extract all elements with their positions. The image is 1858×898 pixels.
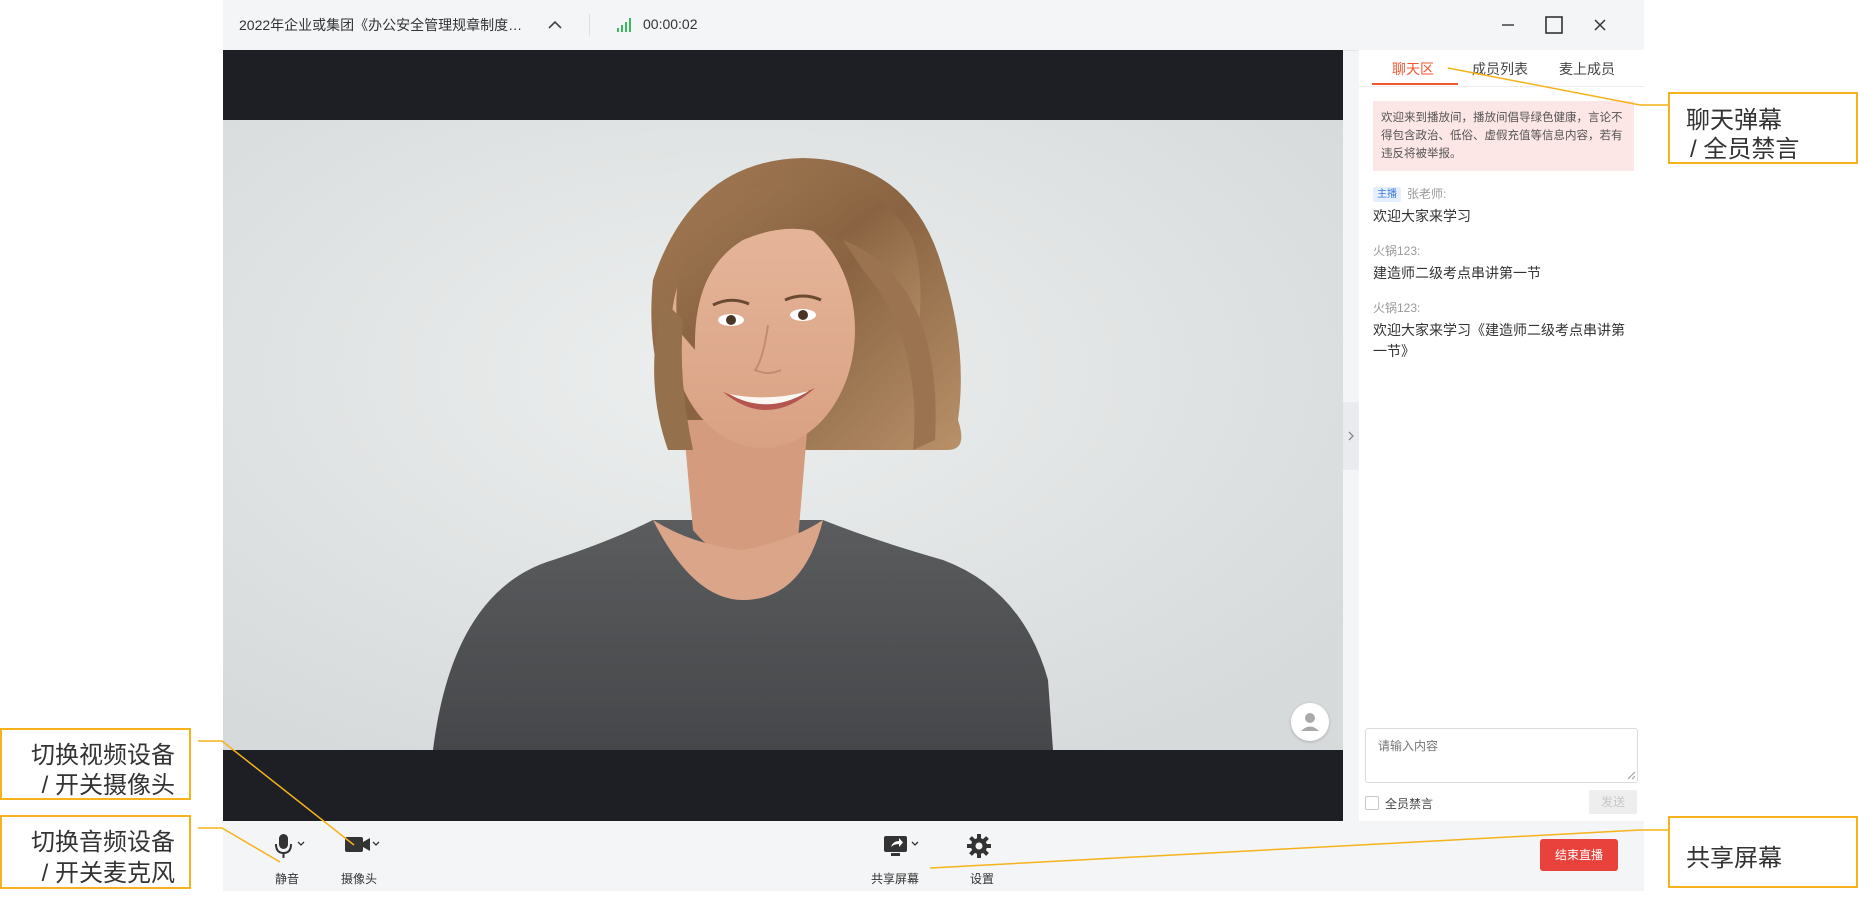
mute-all-label: 全员禁言 (1385, 797, 1434, 811)
camera-feed (223, 120, 1343, 750)
tab-member-list[interactable]: 成员列表 (1472, 59, 1528, 79)
title-divider (589, 14, 590, 36)
chat-message: 火锅123: 建造师二级考点串讲第一节 (1373, 241, 1633, 284)
app-window: 2022年企业或集团《办公安全管理规章制度… 00:00:02 聊天区 成员列表… (223, 0, 1644, 891)
chevron-up-icon[interactable] (545, 15, 565, 35)
tab-chat[interactable]: 聊天区 (1392, 59, 1434, 79)
message-sender: 火锅123: (1373, 301, 1421, 315)
close-icon[interactable] (1587, 12, 1613, 38)
send-button[interactable]: 发送 (1589, 790, 1637, 814)
sidebar-collapse-handle[interactable] (1343, 402, 1359, 470)
video-area[interactable] (223, 50, 1343, 821)
maximize-icon[interactable] (1541, 12, 1567, 38)
video-camera-icon (345, 837, 380, 852)
live-timer: 00:00:02 (643, 16, 698, 32)
title-bar: 2022年企业或集团《办公安全管理规章制度… 00:00:02 (223, 0, 1644, 51)
room-notice: 欢迎来到播放间，播放间倡导绿色健康，言论不得包含政治、低俗、虚假充值等信息内容，… (1373, 101, 1634, 171)
settings-label: 设置 (970, 872, 995, 886)
mute-label: 静音 (275, 872, 300, 886)
annotation-share-screen: 共享屏幕 (1668, 816, 1858, 888)
resize-grip-icon[interactable] (1626, 770, 1636, 780)
chat-message: 主播 张老师: 欢迎大家来学习 (1373, 184, 1633, 227)
active-tab-indicator (1372, 83, 1458, 85)
annotation-chat-danmu: 聊天弹幕 / 全员禁言 (1668, 92, 1858, 164)
annotation-audio-device: 切换音频设备 / 开关麦克风 (0, 815, 191, 889)
host-badge: 主播 (1373, 187, 1401, 203)
control-bar: 静音 摄像头 共享屏幕 设置 结束直播 (223, 821, 1644, 891)
signal-icon (617, 18, 631, 32)
message-sender: 火锅123: (1373, 244, 1421, 258)
share-screen-icon (884, 836, 919, 856)
chat-message: 火锅123: 欢迎大家来学习《建造师二级考点串讲第一节》 (1373, 298, 1633, 362)
window-title: 2022年企业或集团《办公安全管理规章制度… (239, 17, 523, 33)
message-text: 欢迎大家来学习《建造师二级考点串讲第一节》 (1373, 322, 1625, 359)
share-screen-label: 共享屏幕 (871, 872, 920, 886)
tab-mic-members[interactable]: 麦上成员 (1559, 59, 1615, 79)
minimize-icon[interactable] (1495, 12, 1521, 38)
presenter-video-image (223, 120, 1343, 750)
microphone-icon (275, 834, 305, 858)
user-avatar-icon[interactable] (1291, 703, 1329, 741)
message-text: 欢迎大家来学习 (1373, 208, 1471, 224)
message-sender: 张老师: (1407, 187, 1447, 201)
annotation-video-device: 切换视频设备 / 开关摄像头 (0, 728, 191, 800)
sidebar-tabs: 聊天区 成员列表 麦上成员 (1359, 50, 1644, 87)
mute-all-checkbox[interactable] (1365, 796, 1379, 810)
camera-label: 摄像头 (341, 872, 378, 886)
chevron-right-icon (1348, 431, 1354, 441)
chat-sidebar: 聊天区 成员列表 麦上成员 欢迎来到播放间，播放间倡导绿色健康，言论不得包含政治… (1359, 50, 1644, 821)
end-live-button[interactable]: 结束直播 (1540, 839, 1618, 871)
gear-icon (967, 834, 991, 858)
message-text: 建造师二级考点串讲第一节 (1373, 265, 1541, 281)
chat-input[interactable] (1365, 728, 1638, 783)
